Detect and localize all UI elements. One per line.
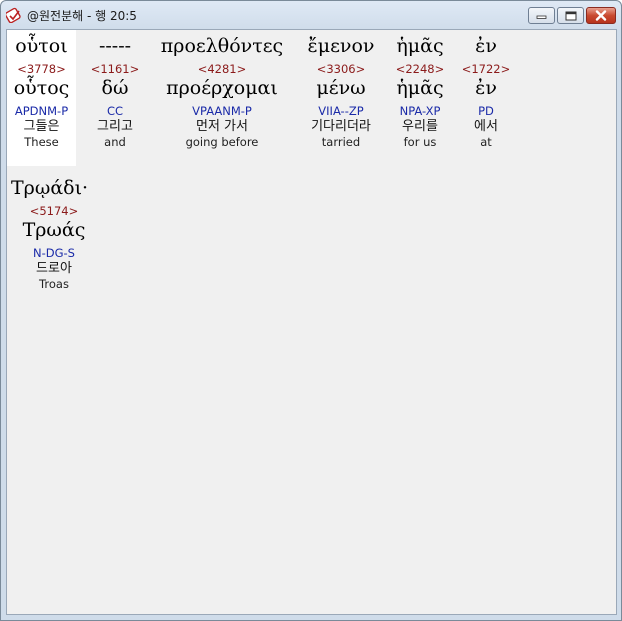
morphology-code: PD bbox=[478, 104, 494, 118]
lemma: Τρωάς bbox=[22, 219, 86, 241]
english-gloss: These bbox=[24, 135, 59, 149]
english-gloss: at bbox=[480, 135, 492, 149]
close-button[interactable] bbox=[586, 7, 616, 24]
window-title: @원전분해 - 행 20:5 bbox=[27, 9, 137, 23]
korean-gloss: 우리를 bbox=[402, 119, 438, 134]
greek-word: Τρῳάδι· bbox=[11, 177, 89, 199]
morphology-code: VPAANM-P bbox=[192, 104, 252, 118]
strong-number: <4281> bbox=[197, 62, 247, 76]
parse-tool-icon[interactable] bbox=[4, 7, 22, 24]
lemma: ἐν bbox=[475, 77, 497, 99]
word-cell[interactable]: Τρῳάδι· <5174> Τρωάς N-DG-S 드로아 Troas bbox=[9, 172, 99, 308]
morphology-code: NPA-XP bbox=[399, 104, 441, 118]
word-cell[interactable]: ἡμᾶς <2248> ἡμᾶς NPA-XP 우리를 for us bbox=[389, 30, 451, 166]
greek-word: ἡμᾶς bbox=[396, 35, 444, 57]
korean-gloss: 그리고 bbox=[97, 119, 133, 134]
maximize-button[interactable] bbox=[557, 7, 584, 24]
greek-word: ἔμενον bbox=[307, 35, 375, 57]
english-gloss: going before bbox=[185, 135, 259, 149]
korean-gloss: 그들은 bbox=[23, 119, 60, 134]
caption-buttons bbox=[526, 7, 616, 25]
lemma: οὗτος bbox=[13, 77, 70, 99]
morphology-code: N-DG-S bbox=[33, 246, 75, 260]
minimize-button[interactable] bbox=[528, 7, 555, 24]
korean-gloss: 먼저 가서 bbox=[196, 119, 248, 134]
maximize-icon bbox=[565, 11, 576, 20]
strong-number: <3778> bbox=[17, 62, 66, 76]
lemma: ἡμᾶς bbox=[396, 77, 444, 99]
strong-number: <2248> bbox=[395, 62, 445, 76]
interlinear-panel: οὗτοι <3778> οὗτος APDNM-P 그들은 These ---… bbox=[6, 29, 617, 615]
english-gloss: and bbox=[104, 135, 126, 149]
morphology-code: CC bbox=[106, 104, 124, 118]
korean-gloss: 기다리더라 bbox=[311, 119, 371, 134]
minimize-icon bbox=[536, 15, 547, 19]
title-bar[interactable]: @원전분해 - 행 20:5 bbox=[1, 1, 621, 29]
morphology-code: VIIA--ZP bbox=[318, 104, 364, 118]
english-gloss: for us bbox=[403, 135, 437, 149]
morphology-code: APDNM-P bbox=[14, 104, 69, 118]
strong-number: <1161> bbox=[90, 62, 140, 76]
strong-number: <1722> bbox=[461, 62, 511, 76]
english-gloss: Troas bbox=[39, 277, 69, 291]
main-window: @원전분해 - 행 20:5 οὗτοι <3778> οὗτος APDNM-… bbox=[0, 0, 622, 621]
strong-number: <3306> bbox=[316, 62, 366, 76]
lemma: προέρχομαι bbox=[166, 77, 278, 99]
word-cell[interactable]: οὗτοι <3778> οὗτος APDNM-P 그들은 These bbox=[7, 30, 76, 166]
lemma: μένω bbox=[316, 77, 366, 99]
word-cell[interactable]: ἐν <1722> ἐν PD 에서 at bbox=[459, 30, 513, 166]
greek-word: ----- bbox=[98, 35, 132, 57]
korean-gloss: 드로아 bbox=[36, 261, 72, 276]
greek-word: ἐν bbox=[475, 35, 497, 57]
greek-word: οὗτοι bbox=[15, 35, 68, 57]
strong-number: <5174> bbox=[29, 204, 79, 218]
word-cell[interactable]: προελθόντες <4281> προέρχομαι VPAANM-P 먼… bbox=[155, 30, 289, 166]
english-gloss: tarried bbox=[321, 135, 361, 149]
greek-word: προελθόντες bbox=[160, 35, 284, 57]
korean-gloss: 에서 bbox=[474, 119, 498, 134]
lemma: δώ bbox=[101, 77, 129, 99]
word-cell[interactable]: ----- <1161> δώ CC 그리고 and bbox=[81, 30, 149, 166]
close-icon bbox=[595, 10, 607, 21]
word-cell[interactable]: ἔμενον <3306> μένω VIIA--ZP 기다리더라 tarrie… bbox=[293, 30, 389, 166]
